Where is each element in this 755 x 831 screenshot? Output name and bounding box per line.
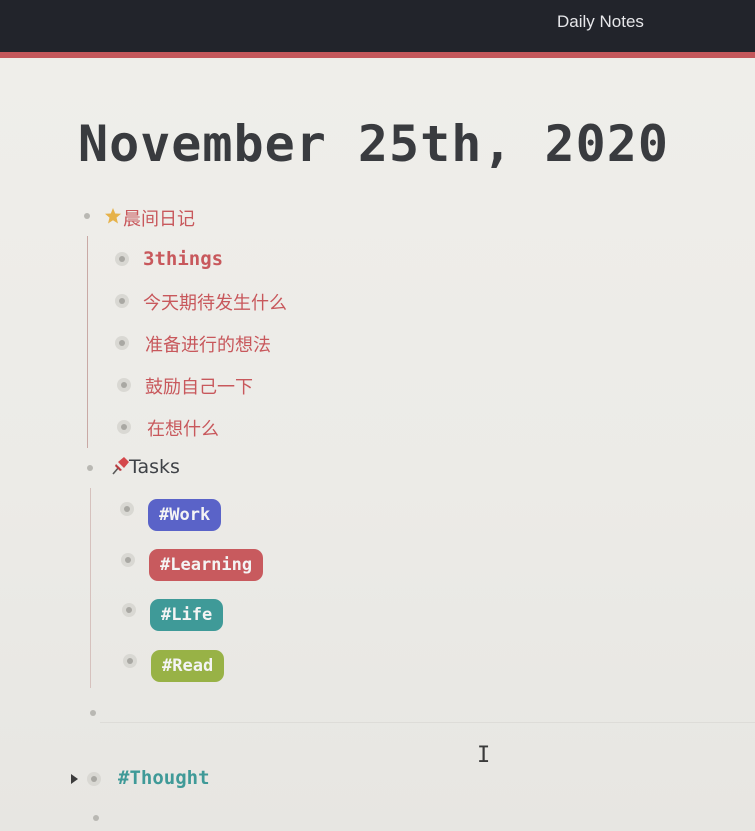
page-title[interactable]: November 25th, 2020 <box>78 115 669 173</box>
morning-children-guide <box>87 236 88 448</box>
text-cursor-icon: I <box>477 743 491 768</box>
thought-tag[interactable]: #Thought <box>118 767 210 789</box>
morning-journal-heading[interactable]: 晨间日记 <box>123 205 195 231</box>
tasks-bullet[interactable] <box>87 465 93 471</box>
morning-item[interactable]: 3things <box>143 248 223 270</box>
child-bullet[interactable] <box>115 252 129 266</box>
tasks-heading[interactable]: Tasks <box>129 456 180 478</box>
empty-block-bullet[interactable] <box>90 710 96 716</box>
pushpin-icon <box>112 457 129 475</box>
child-bullet[interactable] <box>115 294 129 308</box>
thought-bullet[interactable] <box>87 772 101 786</box>
child-bullet[interactable] <box>115 336 129 350</box>
morning-item[interactable]: 准备进行的想法 <box>145 331 271 357</box>
tag-life[interactable]: #Life <box>150 599 224 631</box>
child-bullet[interactable] <box>122 603 136 617</box>
morning-item[interactable]: 在想什么 <box>147 415 219 441</box>
child-bullet[interactable] <box>121 553 135 567</box>
morning-item[interactable]: 鼓励自己一下 <box>145 373 253 399</box>
tasks-children-guide <box>90 488 91 688</box>
morning-bullet[interactable] <box>84 213 90 219</box>
tag-read[interactable]: #Read <box>151 650 225 682</box>
tag-learning[interactable]: #Learning <box>149 549 264 581</box>
note-page[interactable] <box>0 58 755 831</box>
section-divider <box>100 722 755 723</box>
child-bullet[interactable] <box>123 654 137 668</box>
morning-item[interactable]: 今天期待发生什么 <box>143 289 287 315</box>
star-icon <box>105 208 121 224</box>
child-bullet[interactable] <box>117 420 131 434</box>
app-title: Daily Notes <box>557 12 644 31</box>
child-bullet[interactable] <box>117 378 131 392</box>
tag-work[interactable]: #Work <box>148 499 222 531</box>
empty-block-bullet[interactable] <box>93 815 99 821</box>
expand-arrow-icon[interactable] <box>71 774 78 784</box>
child-bullet[interactable] <box>120 502 134 516</box>
top-bar: Daily Notes <box>0 0 755 52</box>
